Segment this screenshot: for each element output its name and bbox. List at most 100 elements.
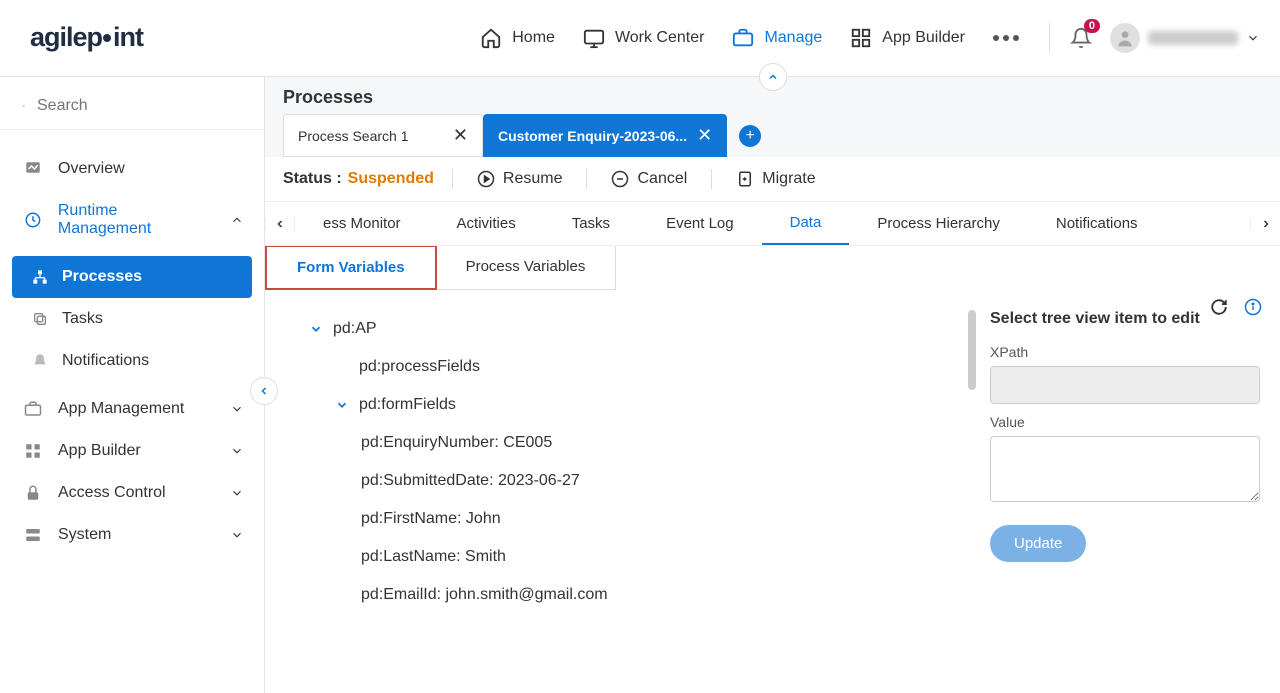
tab-notifications[interactable]: Notifications: [1028, 203, 1166, 244]
search-icon: [22, 97, 25, 115]
header-right: 0: [1049, 23, 1260, 53]
chevron-left-icon: [274, 218, 286, 230]
sidebar-item-tasks[interactable]: Tasks: [12, 298, 252, 340]
tree-node-formfields[interactable]: pd:formFields: [289, 386, 956, 424]
sidebar-item-label: Runtime Management: [58, 202, 214, 238]
logo: agilepint: [30, 22, 143, 53]
action-label: Cancel: [637, 170, 687, 188]
grid-icon: [850, 27, 872, 49]
close-icon[interactable]: ✕: [453, 125, 468, 146]
xpath-input[interactable]: [990, 366, 1260, 404]
tab-process-monitor[interactable]: ess Monitor: [295, 203, 429, 244]
chevron-down-icon: [1246, 31, 1260, 45]
more-icon: [993, 35, 1019, 41]
subtab-process-variables[interactable]: Process Variables: [436, 246, 616, 289]
sidebar-item-label: App Management: [58, 400, 184, 418]
info-button[interactable]: [1244, 298, 1262, 316]
sidebar-item-app-builder[interactable]: App Builder: [0, 430, 264, 472]
cancel-button[interactable]: Cancel: [605, 170, 693, 188]
tree-label: pd:processFields: [359, 358, 480, 376]
search-input[interactable]: [37, 97, 244, 115]
sidebar-item-notifications[interactable]: Notifications: [12, 340, 252, 382]
tab-data[interactable]: Data: [762, 202, 850, 245]
main-panel: Processes Process Search 1 ✕ Customer En…: [265, 77, 1280, 693]
nav-more[interactable]: [993, 35, 1019, 41]
chevron-left-icon: [258, 385, 270, 397]
update-button[interactable]: Update: [990, 525, 1086, 562]
tree-label: pd:EmailId: john.smith@gmail.com: [361, 586, 608, 604]
tab-process-search[interactable]: Process Search 1 ✕: [283, 114, 483, 157]
nav-app-builder-label: App Builder: [882, 29, 965, 47]
tab-activities[interactable]: Activities: [429, 203, 544, 244]
lock-icon: [24, 484, 42, 502]
sidebar-item-processes[interactable]: Processes: [12, 256, 252, 298]
notifications-button[interactable]: 0: [1070, 27, 1092, 49]
content-area: pd:AP pd:processFields pd:formFields pd:…: [265, 290, 1280, 693]
tree-node-root[interactable]: pd:AP: [289, 310, 956, 348]
subtab-form-variables[interactable]: Form Variables: [265, 245, 437, 290]
sidebar-item-access-control[interactable]: Access Control: [0, 472, 264, 514]
user-menu[interactable]: [1110, 23, 1260, 53]
tree-leaf[interactable]: pd:EnquiryNumber: CE005: [289, 424, 956, 462]
value-textarea[interactable]: [990, 436, 1260, 502]
tab-label: Process Search 1: [298, 128, 409, 144]
top-nav: Home Work Center Manage App Builder: [480, 27, 1019, 49]
migrate-button[interactable]: Migrate: [730, 170, 821, 188]
tree-label: pd:EnquiryNumber: CE005: [361, 434, 552, 452]
tree-leaf[interactable]: pd:EmailId: john.smith@gmail.com: [289, 576, 956, 614]
sidebar-item-label: Overview: [58, 160, 125, 178]
user-name-label: [1148, 31, 1238, 45]
tree-leaf[interactable]: pd:FirstName: John: [289, 500, 956, 538]
nav-work-center[interactable]: Work Center: [583, 27, 705, 49]
sidebar-item-system[interactable]: System: [0, 514, 264, 556]
sidebar-item-runtime[interactable]: Runtime Management: [0, 190, 264, 250]
chevron-up-icon: [767, 71, 779, 83]
tree-label: pd:SubmittedDate: 2023-06-27: [361, 472, 580, 490]
tab-event-log[interactable]: Event Log: [638, 203, 762, 244]
status-label: Status :: [283, 170, 342, 188]
nav-home[interactable]: Home: [480, 27, 555, 49]
panel-tools: [1210, 298, 1262, 316]
sidebar-item-label: Processes: [62, 268, 142, 286]
cancel-circle-icon: [611, 170, 629, 188]
value-label: Value: [990, 414, 1260, 430]
add-tab-button[interactable]: +: [739, 125, 761, 147]
copy-icon: [32, 311, 48, 327]
chevron-down-icon: [230, 486, 244, 500]
action-label: Resume: [503, 170, 563, 188]
briefcase-icon: [732, 27, 754, 49]
collapse-up-button[interactable]: [759, 63, 787, 91]
logo-dot-icon: [103, 34, 111, 42]
tree-panel: pd:AP pd:processFields pd:formFields pd:…: [265, 290, 980, 693]
tab-tasks[interactable]: Tasks: [544, 203, 638, 244]
sidebar-item-label: Tasks: [62, 310, 103, 328]
refresh-button[interactable]: [1210, 298, 1228, 316]
migrate-icon: [736, 170, 754, 188]
tree-node-processfields[interactable]: pd:processFields: [289, 348, 956, 386]
avatar-icon: [1110, 23, 1140, 53]
tree-leaf[interactable]: pd:SubmittedDate: 2023-06-27: [289, 462, 956, 500]
close-icon[interactable]: ✕: [697, 125, 712, 146]
chevron-down-icon: [309, 322, 323, 336]
nav-app-builder[interactable]: App Builder: [850, 27, 965, 49]
grid-icon: [24, 442, 42, 460]
bell-icon: [32, 353, 48, 369]
tree-leaf[interactable]: pd:LastName: Smith: [289, 538, 956, 576]
plus-icon: +: [745, 127, 754, 145]
tab-process-hierarchy[interactable]: Process Hierarchy: [849, 203, 1028, 244]
refresh-icon: [1210, 298, 1228, 316]
tabs-prev-button[interactable]: [265, 218, 295, 230]
sidebar-collapse-button[interactable]: [250, 377, 278, 405]
sidebar-item-overview[interactable]: Overview: [0, 148, 264, 190]
scrollbar[interactable]: [968, 310, 976, 390]
tabs-next-button[interactable]: [1250, 218, 1280, 230]
tab-customer-enquiry[interactable]: Customer Enquiry-2023-06... ✕: [483, 114, 727, 157]
sidebar-search[interactable]: [0, 89, 264, 130]
sidebar-item-app-management[interactable]: App Management: [0, 388, 264, 430]
app-body: Overview Runtime Management Processes Ta…: [0, 76, 1280, 693]
notification-count-badge: 0: [1084, 19, 1100, 33]
nav-manage[interactable]: Manage: [732, 27, 822, 49]
resume-button[interactable]: Resume: [471, 170, 569, 188]
sitemap-icon: [32, 269, 48, 285]
action-label: Migrate: [762, 170, 815, 188]
